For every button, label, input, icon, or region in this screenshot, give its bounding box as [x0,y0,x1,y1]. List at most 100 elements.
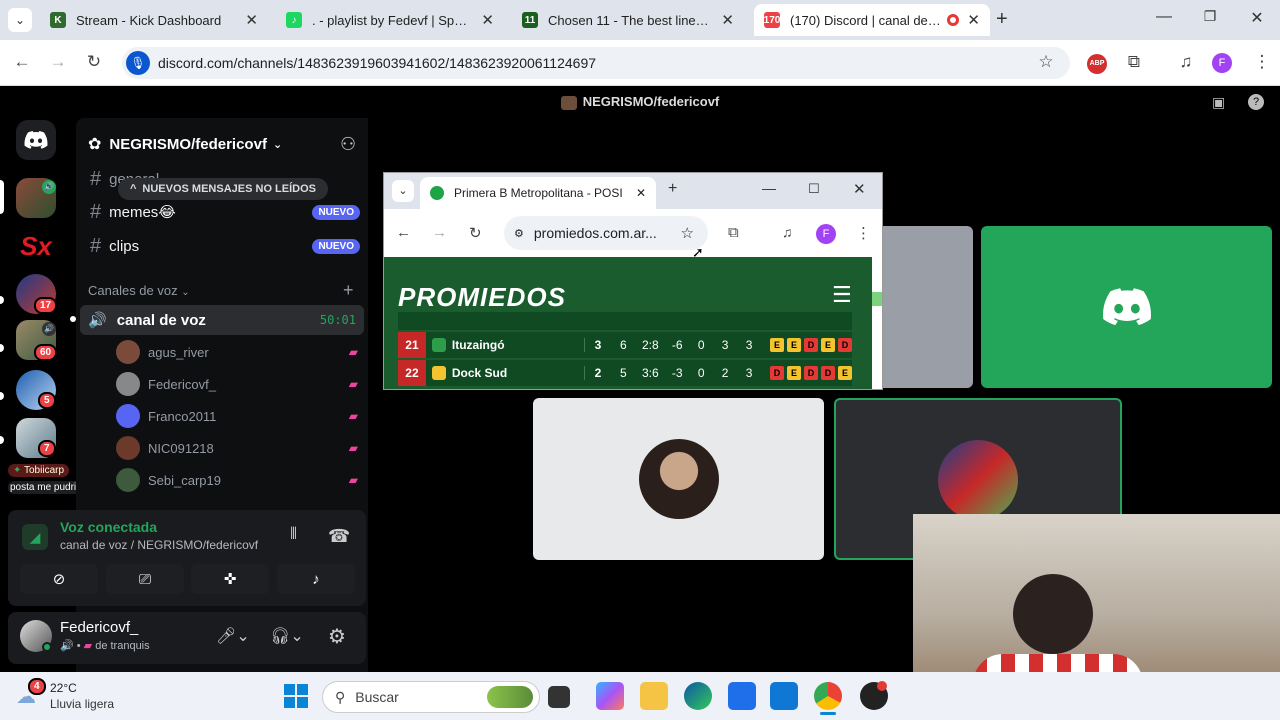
status-emoji-icon: ▰ [348,441,358,455]
popup-menu-icon[interactable]: ⋮ [856,224,871,242]
media-control-icon[interactable]: ♫ [1174,52,1198,74]
bookmark-star-icon[interactable]: ☆ [681,224,694,242]
add-channel-icon[interactable]: + [343,280,354,301]
adblock-icon[interactable]: ABP [1087,54,1107,74]
address-bar[interactable]: 🎙 discord.com/channels/14836239196039416… [122,47,1070,79]
new-messages-pill[interactable]: ^ NUEVOS MENSAJES NO LEÍDOS [118,178,328,200]
popup-tab-search[interactable]: ⌄ [392,180,414,202]
standings-row[interactable]: 21 Ituzaingó 3 6 2:8 -6 0 3 3 E E D E D [398,332,853,358]
voice-channel-row[interactable]: 🔊 canal de voz 50:01 [80,305,364,335]
user-avatar [116,436,140,460]
voice-category[interactable]: Canales de voz ⌄ [88,283,190,298]
screen-share-button[interactable]: ⎚ [106,564,184,594]
popup-reload-icon[interactable]: ↻ [469,224,482,242]
scrollbar-thumb[interactable] [872,292,882,306]
copilot-icon[interactable] [596,682,624,710]
screen-share-icon: ⎚ [138,570,151,588]
chevron-down-icon: ⌄ [181,287,190,298]
back-icon[interactable]: ← [10,52,34,74]
popup-minimize-icon[interactable]: — [762,180,776,196]
video-tile-gray[interactable] [870,226,973,388]
voice-user[interactable]: Federicovf_ ▰ [116,370,366,398]
restore-icon[interactable]: ❐ [1198,8,1222,25]
new-tab-button[interactable]: + [996,8,1008,31]
activities-button[interactable]: ✜ [191,564,269,594]
site-info-icon[interactable]: ⚙ [514,227,524,240]
add-member-icon[interactable]: ⚇ [340,134,356,155]
noise-suppression-icon[interactable]: ⦀ [290,526,297,544]
minimize-icon[interactable]: — [1152,8,1176,26]
close-tab-icon[interactable]: ✕ [481,11,494,29]
popup-omnibox[interactable]: ⚙ promiedos.com.ar... ☆ [504,216,708,250]
team-name: Dock Sud [451,366,508,380]
store-icon[interactable] [728,682,756,710]
video-tile-user[interactable] [533,398,824,560]
popup-tab-active[interactable]: Primera B Metropolitana - POSI ✕ [420,177,656,209]
forward-icon[interactable]: → [46,52,70,74]
popup-media-icon[interactable]: ♫ [782,224,793,240]
video-tile-discord[interactable] [981,226,1272,388]
disconnect-icon[interactable]: ☎ [328,526,350,547]
voice-connected-sub[interactable]: canal de voz / NEGRISMO/federicovf [60,538,258,552]
close-tab-icon[interactable]: ✕ [636,186,646,200]
hash-icon: # [90,167,102,190]
popup-maximize-icon[interactable]: ☐ [808,181,820,197]
mic-icon[interactable]: 🎙 [126,51,150,75]
voice-user[interactable]: NIC091218 ▰ [116,434,366,462]
voice-user[interactable]: Franco2011 ▰ [116,402,366,430]
discord-home-icon[interactable] [16,120,56,160]
popup-new-tab[interactable]: + [668,180,677,198]
reload-icon[interactable]: ↻ [82,52,106,74]
help-icon[interactable]: ? [1248,94,1264,110]
profile-avatar[interactable]: F [1212,53,1232,73]
taskbar-search[interactable]: ⚲ Buscar [322,681,540,713]
activities-icon: ✜ [223,571,237,588]
new-badge: NUEVO [312,238,360,254]
participant-avatar [638,439,719,519]
close-tab-icon[interactable]: ✕ [967,11,980,29]
task-view-icon[interactable] [548,686,570,708]
extensions-icon[interactable]: ⧉ [1122,52,1146,74]
channel-memes[interactable]: # memes😂 NUEVO [84,198,364,226]
bookmark-star-icon[interactable]: ☆ [1034,52,1058,74]
chevron-down-icon: ⌄ [272,138,283,151]
file-explorer-icon[interactable] [640,682,668,710]
edge-icon[interactable] [684,682,712,710]
chrome-icon[interactable] [814,682,842,710]
headphones-icon[interactable]: 🎧︎⌄ [270,626,304,646]
voice-user-name: Franco2011 [148,408,217,424]
discord-title: NEGRISMO/federicovf [0,94,1280,110]
outlook-icon[interactable] [770,682,798,710]
soundboard-button[interactable]: ♪ [277,564,355,594]
close-tab-icon[interactable]: ✕ [721,11,734,29]
camera-off-button[interactable]: ⊘ [20,564,98,594]
popup-forward-icon[interactable]: → [432,224,447,241]
windows-start-icon[interactable] [284,684,308,708]
signal-icon: ◢ [22,524,48,550]
tab-search-button[interactable]: ⌄ [8,8,32,32]
form-result: E [770,338,785,352]
server-header[interactable]: ✿ NEGRISMO/federicovf ⌄ [88,132,358,156]
voice-user[interactable]: agus_river ▰ [116,338,366,366]
settings-gear-icon[interactable]: ⚙ [328,624,346,649]
browser-tab[interactable]: 170 (170) Discord | canal de voz ✕ [754,4,990,36]
tab-title: (170) Discord | canal de voz [790,12,942,28]
hamburger-menu-icon[interactable]: ☰ [832,282,852,308]
standings-row[interactable]: 22 Dock Sud 2 5 3:6 -3 0 2 3 D E D D E [398,360,853,386]
weather-widget[interactable]: ☁ 4 22°C Lluvia ligera [16,678,126,714]
inbox-icon[interactable]: ▣ [1212,94,1225,111]
browser-tab[interactable]: ♪ . - playlist by Fedevf | Spotify ✕ [276,4,504,36]
popup-profile-avatar[interactable]: F [816,224,836,244]
server-sx[interactable]: Sx [16,226,56,266]
voice-user[interactable]: Sebi_carp19 ▰ [116,466,366,494]
mic-icon[interactable]: 🎤︎⌄ [216,626,250,646]
popup-extensions-icon[interactable]: ⧉ [728,224,739,241]
channel-clips[interactable]: # clips NUEVO [84,232,364,260]
browser-tab[interactable]: 11 Chosen 11 - The best lineup bu ✕ [512,4,744,36]
popup-back-icon[interactable]: ← [396,224,411,241]
browser-tab[interactable]: K Stream - Kick Dashboard ✕ [40,4,268,36]
close-tab-icon[interactable]: ✕ [245,11,258,29]
menu-kebab-icon[interactable]: ⋮ [1250,52,1274,74]
close-window-icon[interactable]: ✕ [1245,8,1269,28]
popup-close-icon[interactable]: ✕ [853,180,866,198]
